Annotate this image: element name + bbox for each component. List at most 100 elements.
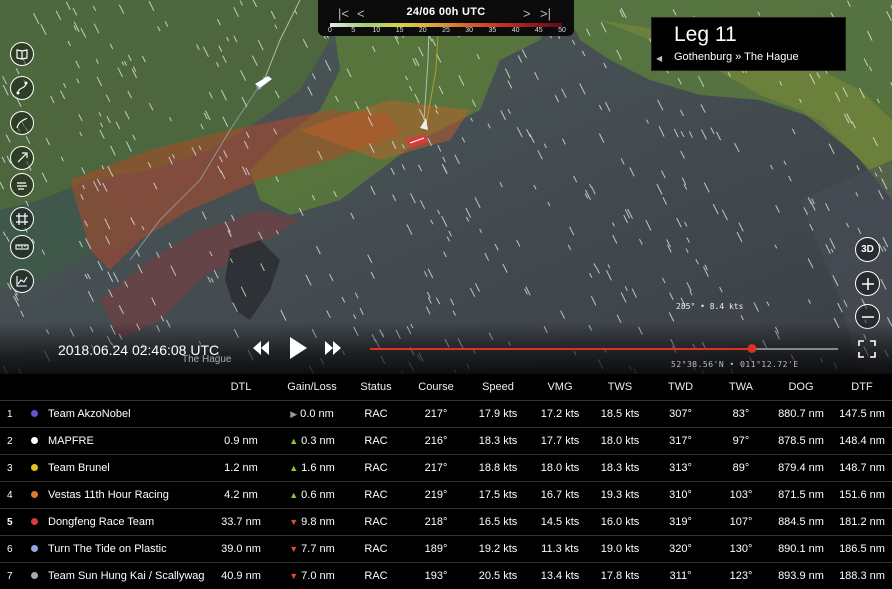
dtl-cell: 0.9 nm bbox=[205, 428, 277, 455]
fullscreen-icon[interactable] bbox=[858, 340, 876, 358]
neutral-icon: ▶ bbox=[290, 409, 297, 419]
status-cell: RAC bbox=[347, 509, 405, 536]
team-cell[interactable]: Turn The Tide on Plastic bbox=[30, 536, 205, 563]
plus-icon[interactable] bbox=[855, 271, 880, 296]
route-icon[interactable] bbox=[10, 76, 34, 100]
play-icon[interactable] bbox=[289, 337, 307, 359]
twd-cell: 313° bbox=[649, 455, 712, 482]
team-name: Turn The Tide on Plastic bbox=[48, 543, 167, 555]
playback-timeline[interactable] bbox=[370, 348, 838, 350]
leaderboard-header: DTL Gain/Loss Status Course Speed VMG TW… bbox=[0, 374, 892, 401]
leg-title: Leg 11 bbox=[674, 23, 737, 47]
wind-scale-tick: 5 bbox=[351, 27, 355, 34]
forecast-date: 24/06 00h UTC bbox=[318, 6, 574, 18]
speed-cell: 17.5 kts bbox=[467, 482, 529, 509]
dog-cell: 878.5 nm bbox=[770, 428, 832, 455]
rank-cell: 4 bbox=[0, 482, 30, 509]
rank-cell: 1 bbox=[0, 401, 30, 428]
team-cell[interactable]: MAPFRE bbox=[30, 428, 205, 455]
gain-loss-cell: ▼7.7 nm bbox=[277, 536, 347, 563]
rewind-icon[interactable] bbox=[253, 341, 269, 355]
rank-cell: 3 bbox=[0, 455, 30, 482]
col-dtf[interactable]: DTF bbox=[832, 374, 892, 401]
ruler-icon[interactable] bbox=[10, 235, 34, 259]
course-cell: 189° bbox=[405, 536, 467, 563]
dtf-cell: 148.7 nm bbox=[832, 455, 892, 482]
dog-cell: 879.4 nm bbox=[770, 455, 832, 482]
table-row[interactable]: 4Vestas 11th Hour Racing4.2 nm▲0.6 nmRAC… bbox=[0, 482, 892, 509]
table-row[interactable]: 2MAPFRE0.9 nm▲0.3 nmRAC216°18.3 kts17.7 … bbox=[0, 428, 892, 455]
col-course[interactable]: Course bbox=[405, 374, 467, 401]
col-speed[interactable]: Speed bbox=[467, 374, 529, 401]
vmg-cell: 16.7 kts bbox=[529, 482, 591, 509]
team-cell[interactable]: Team Brunel bbox=[30, 455, 205, 482]
twd-cell: 310° bbox=[649, 482, 712, 509]
dtl-cell: 33.7 nm bbox=[205, 509, 277, 536]
team-name: Vestas 11th Hour Racing bbox=[48, 489, 169, 501]
timeline-handle[interactable] bbox=[747, 344, 756, 353]
status-cell: RAC bbox=[347, 455, 405, 482]
race-map[interactable]: |< < 24/06 00h UTC > >| 0510152025303540… bbox=[0, 0, 892, 374]
speed-cell: 18.3 kts bbox=[467, 428, 529, 455]
wind-scale-tick: 35 bbox=[488, 27, 496, 34]
gain-loss-value: 7.0 nm bbox=[301, 570, 335, 582]
col-dog[interactable]: DOG bbox=[770, 374, 832, 401]
dtf-cell: 181.2 nm bbox=[832, 509, 892, 536]
course-cell: 217° bbox=[405, 401, 467, 428]
compass-icon[interactable] bbox=[10, 146, 34, 170]
team-cell[interactable]: Dongfeng Race Team bbox=[30, 509, 205, 536]
team-name: Dongfeng Race Team bbox=[48, 516, 154, 528]
col-dtl[interactable]: DTL bbox=[205, 374, 277, 401]
team-cell[interactable]: Team AkzoNobel bbox=[30, 401, 205, 428]
gain-loss-cell: ▶0.0 nm bbox=[277, 401, 347, 428]
wind-layer-icon[interactable] bbox=[10, 173, 34, 197]
speed-cell: 16.5 kts bbox=[467, 509, 529, 536]
gain-loss-cell: ▲0.3 nm bbox=[277, 428, 347, 455]
grid-icon[interactable] bbox=[10, 207, 34, 231]
cursor-coordinates: 52°38.56'N • 011°12.72'E bbox=[671, 360, 799, 369]
tws-cell: 18.0 kts bbox=[591, 428, 649, 455]
col-twd[interactable]: TWD bbox=[649, 374, 712, 401]
forecast-timebar: |< < 24/06 00h UTC > >| 0510152025303540… bbox=[318, 0, 574, 36]
wind-scale-tick: 15 bbox=[396, 27, 404, 34]
chart-icon[interactable] bbox=[10, 269, 34, 293]
view-3d-button[interactable]: 3D bbox=[855, 237, 880, 262]
leg-info-panel: Leg 11 ◀ Gothenburg » The Hague bbox=[651, 17, 846, 71]
dtf-cell: 147.5 nm bbox=[832, 401, 892, 428]
timeline-progress bbox=[370, 348, 752, 350]
vmg-cell: 17.2 kts bbox=[529, 401, 591, 428]
gain-up-icon: ▲ bbox=[289, 436, 298, 446]
col-vmg[interactable]: VMG bbox=[529, 374, 591, 401]
vmg-cell: 18.0 kts bbox=[529, 455, 591, 482]
dog-cell: 884.5 nm bbox=[770, 509, 832, 536]
next-frame-button[interactable]: > bbox=[523, 6, 531, 21]
tws-cell: 16.0 kts bbox=[591, 509, 649, 536]
team-name: Team Brunel bbox=[48, 462, 110, 474]
col-status[interactable]: Status bbox=[347, 374, 405, 401]
col-gain-loss[interactable]: Gain/Loss bbox=[277, 374, 347, 401]
gain-loss-value: 0.3 nm bbox=[301, 435, 335, 447]
loss-down-icon: ▼ bbox=[289, 517, 298, 527]
team-cell[interactable]: Vestas 11th Hour Racing bbox=[30, 482, 205, 509]
col-tws[interactable]: TWS bbox=[591, 374, 649, 401]
table-row[interactable]: 5Dongfeng Race Team33.7 nm▼9.8 nmRAC218°… bbox=[0, 509, 892, 536]
dog-cell: 871.5 nm bbox=[770, 482, 832, 509]
last-frame-button[interactable]: >| bbox=[540, 6, 551, 21]
gain-loss-value: 0.6 nm bbox=[301, 489, 335, 501]
book-icon[interactable] bbox=[10, 42, 34, 66]
wind-scale-tick: 25 bbox=[442, 27, 450, 34]
twd-cell: 319° bbox=[649, 509, 712, 536]
triangle-left-icon[interactable]: ◀ bbox=[656, 54, 662, 63]
team-name: Team AkzoNobel bbox=[48, 408, 131, 420]
layer-icon[interactable] bbox=[10, 111, 34, 135]
team-color-dot bbox=[31, 518, 38, 525]
table-row[interactable]: 1Team AkzoNobel▶0.0 nmRAC217°17.9 kts17.… bbox=[0, 401, 892, 428]
table-row[interactable]: 3Team Brunel1.2 nm▲1.6 nmRAC217°18.8 kts… bbox=[0, 455, 892, 482]
team-color-dot bbox=[31, 545, 38, 552]
course-cell: 218° bbox=[405, 509, 467, 536]
col-twa[interactable]: TWA bbox=[712, 374, 770, 401]
loss-down-icon: ▼ bbox=[289, 571, 298, 581]
table-row[interactable]: 6Turn The Tide on Plastic39.0 nm▼7.7 nmR… bbox=[0, 536, 892, 563]
fast-forward-icon[interactable] bbox=[325, 341, 341, 355]
tws-cell: 19.0 kts bbox=[591, 536, 649, 563]
